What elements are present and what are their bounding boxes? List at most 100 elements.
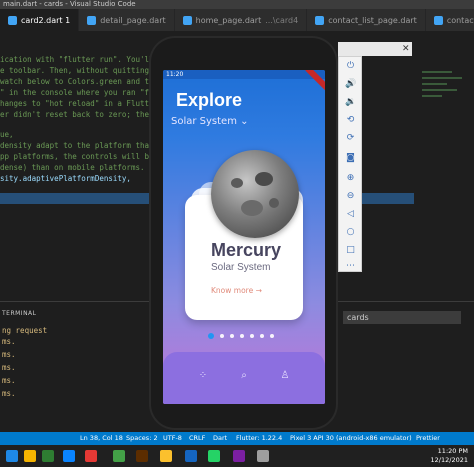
indent-spaces[interactable]: Spaces: 2 xyxy=(126,432,158,445)
dart-file-icon xyxy=(182,15,192,25)
code-line: " in the console where you ran "flut xyxy=(0,88,163,97)
volume-up-icon[interactable]: 🔊 xyxy=(345,79,356,90)
terminal-line: ms. xyxy=(2,337,16,346)
tab-home-page[interactable]: home_page.dart ...\card4 xyxy=(174,9,308,31)
code-line: ication with "flutter run". You'll se xyxy=(0,55,168,64)
clock-date: 12/12/2021 xyxy=(430,456,468,464)
illustrator-icon[interactable] xyxy=(136,450,148,462)
zoom-out-icon[interactable]: ⊖ xyxy=(345,191,356,202)
cursor-position[interactable]: Ln 38, Col 18 xyxy=(80,432,123,445)
chrome-icon[interactable] xyxy=(160,450,172,462)
app-icon[interactable] xyxy=(233,450,245,462)
tab-detail-page[interactable]: detail_page.dart xyxy=(79,9,175,31)
code-line: pp platforms, the controls will be sm xyxy=(0,152,168,161)
android-status-bar: 11:20 xyxy=(163,70,325,79)
app-icon[interactable] xyxy=(113,450,125,462)
know-more-label: Know more xyxy=(211,286,254,295)
code-line: e toolbar. Then, without quitting the xyxy=(0,66,168,75)
tab-contact[interactable]: contact.dart xyxy=(425,9,474,31)
overview-icon[interactable]: □ xyxy=(345,245,356,256)
dart-file-icon xyxy=(87,15,97,25)
bottom-navigation: ⁘ ⌕ ♙ xyxy=(163,352,325,404)
edge-icon[interactable] xyxy=(42,450,54,462)
page-dot[interactable] xyxy=(230,334,234,338)
encoding[interactable]: UTF-8 xyxy=(163,432,182,445)
code-line: sity.adaptivePlatformDensity, xyxy=(0,174,131,183)
language-mode[interactable]: Dart xyxy=(213,432,227,445)
planet-subtitle: Solar System xyxy=(211,262,271,273)
power-icon[interactable]: ⏻ xyxy=(345,61,356,72)
app-icon[interactable] xyxy=(257,450,269,462)
page-dot[interactable] xyxy=(270,334,274,338)
clock-time: 11:20 PM xyxy=(437,447,468,455)
editor-tabs: card2.dart 1 detail_page.dart home_page.… xyxy=(0,9,474,31)
planet-name: Mercury xyxy=(211,240,282,260)
page-dot[interactable] xyxy=(260,334,264,338)
clock[interactable]: 11:20 PM 12/12/2021 xyxy=(431,447,468,465)
taskbar: 11:20 PM 12/12/2021 xyxy=(0,445,474,467)
screen-root: main.dart - cards - Visual Studio Code c… xyxy=(0,0,474,467)
home-icon[interactable]: ○ xyxy=(345,227,356,238)
terminal-line: ng request xyxy=(2,326,48,335)
window-title: main.dart - cards - Visual Studio Code xyxy=(0,0,474,9)
close-icon[interactable]: ✕ xyxy=(402,44,410,54)
camera-icon[interactable]: ◙ xyxy=(345,153,356,164)
page-dot[interactable] xyxy=(220,334,224,338)
app-screen: 11:20 Explore Solar System ⌄ Mercury Sol… xyxy=(163,70,325,404)
tab-card2[interactable]: card2.dart 1 xyxy=(0,9,80,31)
tab-label: contact_list_page.dart xyxy=(328,15,417,25)
tab-contact-list-page[interactable]: contact_list_page.dart xyxy=(307,9,426,31)
page-dot[interactable] xyxy=(250,334,254,338)
emulator-controls: ⏻ 🔊 🔉 ⟲ ⟳ ◙ ⊕ ⊖ ◁ ○ □ ⋯ xyxy=(338,56,362,272)
terminal-line: ms. xyxy=(2,363,16,372)
terminal-select[interactable]: cards xyxy=(343,311,461,324)
zoom-in-icon[interactable]: ⊕ xyxy=(345,173,356,184)
code-line: hanges to "hot reload" in a Flutter I xyxy=(0,99,168,108)
dropdown-value: Solar System xyxy=(171,116,237,127)
explorer-icon[interactable] xyxy=(24,450,36,462)
page-indicator xyxy=(208,333,274,339)
arrow-right-icon: → xyxy=(255,286,262,295)
rotate-right-icon[interactable]: ⟳ xyxy=(345,133,356,144)
code-line: ue, xyxy=(0,130,14,139)
prettier[interactable]: Prettier xyxy=(416,432,440,445)
profile-icon[interactable]: ♙ xyxy=(279,370,291,382)
more-icon[interactable]: ⋯ xyxy=(345,261,356,272)
vscode-icon[interactable] xyxy=(63,450,75,462)
tab-label: home_page.dart xyxy=(195,15,262,25)
terminal-line: ms. xyxy=(2,389,16,398)
page-title: Explore xyxy=(176,90,243,110)
code-line: er didn't reset back to zero; the app xyxy=(0,110,168,119)
minimap[interactable] xyxy=(414,31,474,301)
terminal-line: ms. xyxy=(2,350,16,359)
page-dot-active[interactable] xyxy=(208,333,214,339)
search-icon[interactable]: ⌕ xyxy=(238,370,250,382)
photoshop-icon[interactable] xyxy=(185,450,197,462)
app-icon[interactable] xyxy=(85,450,97,462)
device-name[interactable]: Pixel 3 API 30 (android-x86 emulator) xyxy=(290,432,412,445)
tab-label: contact.dart xyxy=(446,15,474,25)
chevron-down-icon: ⌄ xyxy=(240,116,249,127)
dart-file-icon xyxy=(315,15,325,25)
rotate-left-icon[interactable]: ⟲ xyxy=(345,115,356,126)
code-line: density adapt to the platform that y xyxy=(0,141,163,150)
dart-file-icon xyxy=(8,15,17,25)
tab-label: card2.dart 1 xyxy=(21,15,71,25)
volume-down-icon[interactable]: 🔉 xyxy=(345,97,356,108)
flutter-version[interactable]: Flutter: 1.22.4 xyxy=(236,432,282,445)
code-line: dense) than on mobile platforms. xyxy=(0,163,145,172)
mercury-planet-image xyxy=(211,150,299,238)
windows-icon[interactable] xyxy=(6,450,18,462)
grid-icon[interactable]: ⁘ xyxy=(197,370,209,382)
emulator-title-bar[interactable] xyxy=(338,42,412,56)
solar-system-dropdown[interactable]: Solar System ⌄ xyxy=(171,116,249,127)
back-icon[interactable]: ◁ xyxy=(345,209,356,220)
tab-sub-label: ...\card4 xyxy=(265,15,299,25)
whatsapp-icon[interactable] xyxy=(208,450,220,462)
terminal-line: ms. xyxy=(2,376,16,385)
eol[interactable]: CRLF xyxy=(189,432,205,445)
panel-title[interactable]: TERMINAL xyxy=(2,310,37,317)
page-dot[interactable] xyxy=(240,334,244,338)
tab-label: detail_page.dart xyxy=(100,15,166,25)
know-more-link[interactable]: Know more → xyxy=(211,286,262,295)
